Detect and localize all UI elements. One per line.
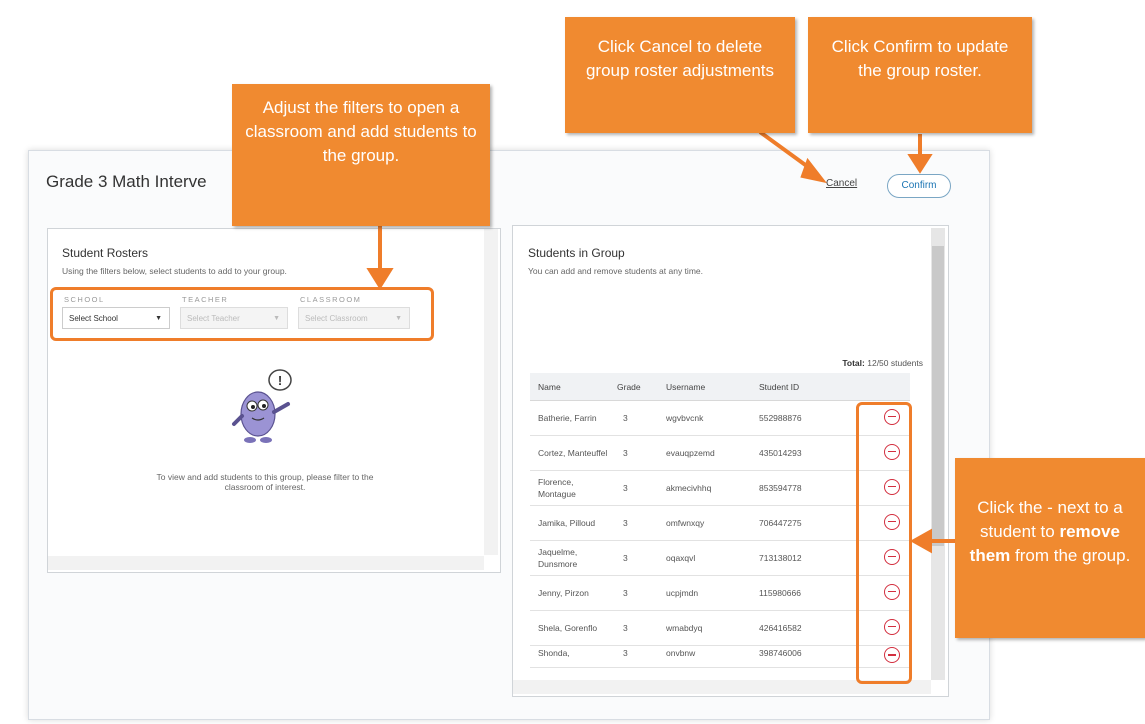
student-username: evauqpzemd (658, 435, 751, 471)
student-grade: 3 (609, 540, 658, 576)
group-title: Students in Group (528, 246, 625, 260)
table-row: Jaquelme, Dunsmore 3 oqaxqvl 713138012 (530, 540, 910, 576)
student-grade: 3 (609, 610, 658, 646)
student-name: Jaquelme, Dunsmore (530, 540, 609, 576)
column-header-username: Username (658, 373, 751, 401)
student-name: Florence, Montague (530, 470, 609, 506)
student-grade: 3 (609, 645, 658, 668)
mascot-illustration-icon: ! (232, 369, 292, 443)
student-grade: 3 (609, 400, 658, 436)
table-header-row: Name Grade Username Student ID (530, 373, 910, 401)
rosters-subtitle: Using the filters below, select students… (62, 266, 287, 276)
group-total: Total: 12/50 students (842, 358, 923, 368)
student-grade: 3 (609, 505, 658, 541)
student-id: 398746006 (751, 645, 846, 668)
student-username: wmabdyq (658, 610, 751, 646)
svg-text:!: ! (278, 373, 282, 388)
student-username: omfwnxqy (658, 505, 751, 541)
remove-buttons-highlight (856, 402, 912, 684)
table-row: Jenny, Pirzon 3 ucpjmdn 115980666 (530, 575, 910, 611)
rosters-vertical-scrollbar[interactable] (484, 229, 498, 555)
student-id: 713138012 (751, 540, 846, 576)
student-id: 435014293 (751, 435, 846, 471)
column-header-grade: Grade (609, 373, 658, 401)
confirm-callout: Click Confirm to update the group roster… (808, 17, 1032, 133)
table-row: Shonda, 3 onvbnw 398746006 (530, 645, 910, 668)
table-row: Batherie, Farrin 3 wgvbvcnk 552988876 (530, 400, 910, 436)
column-header-name: Name (530, 373, 609, 401)
student-name: Shela, Gorenflo (530, 610, 609, 646)
student-id: 706447275 (751, 505, 846, 541)
student-id: 552988876 (751, 400, 846, 436)
students-table: Name Grade Username Student ID Batherie,… (530, 373, 910, 668)
student-username: onvbnw (658, 645, 751, 668)
total-value: 12/50 students (867, 358, 923, 368)
student-username: ucpjmdn (658, 575, 751, 611)
student-id: 853594778 (751, 470, 846, 506)
student-grade: 3 (609, 575, 658, 611)
confirm-button[interactable]: Confirm (887, 174, 951, 198)
group-vertical-scrollbar[interactable] (931, 228, 945, 680)
table-row: Jamika, Pilloud 3 omfwnxqy 706447275 (530, 505, 910, 541)
student-name: Jenny, Pirzon (530, 575, 609, 611)
rosters-horizontal-scrollbar[interactable] (48, 556, 484, 570)
student-grade: 3 (609, 470, 658, 506)
remove-callout: Click the - next to a student to remove … (955, 458, 1145, 638)
total-label: Total: (842, 358, 865, 368)
group-subtitle: You can add and remove students at any t… (528, 266, 703, 276)
modal-title: Grade 3 Math Interve (46, 172, 207, 191)
cancel-button[interactable]: Cancel (826, 178, 857, 189)
student-username: wgvbvcnk (658, 400, 751, 436)
student-name: Shonda, (530, 645, 609, 668)
column-header-actions (846, 373, 910, 401)
filters-callout: Adjust the filters to open a classroom a… (232, 84, 490, 226)
table-row: Cortez, Manteuffel 3 evauqpzemd 43501429… (530, 435, 910, 471)
student-name: Cortez, Manteuffel (530, 435, 609, 471)
student-username: akmecivhhq (658, 470, 751, 506)
student-username: oqaxqvl (658, 540, 751, 576)
filters-highlight (50, 287, 434, 341)
student-name: Batherie, Farrin (530, 400, 609, 436)
student-id: 426416582 (751, 610, 846, 646)
table-row: Shela, Gorenflo 3 wmabdyq 426416582 (530, 610, 910, 646)
table-row: Florence, Montague 3 akmecivhhq 85359477… (530, 470, 910, 506)
cancel-callout: Click Cancel to delete group roster adju… (565, 17, 795, 133)
column-header-student-id: Student ID (751, 373, 846, 401)
empty-state-message: To view and add students to this group, … (156, 472, 374, 492)
remove-callout-tail: from the group. (1015, 546, 1131, 565)
student-grade: 3 (609, 435, 658, 471)
scrollbar-thumb[interactable] (932, 246, 944, 546)
rosters-title: Student Rosters (62, 246, 149, 260)
student-name: Jamika, Pilloud (530, 505, 609, 541)
student-id: 115980666 (751, 575, 846, 611)
